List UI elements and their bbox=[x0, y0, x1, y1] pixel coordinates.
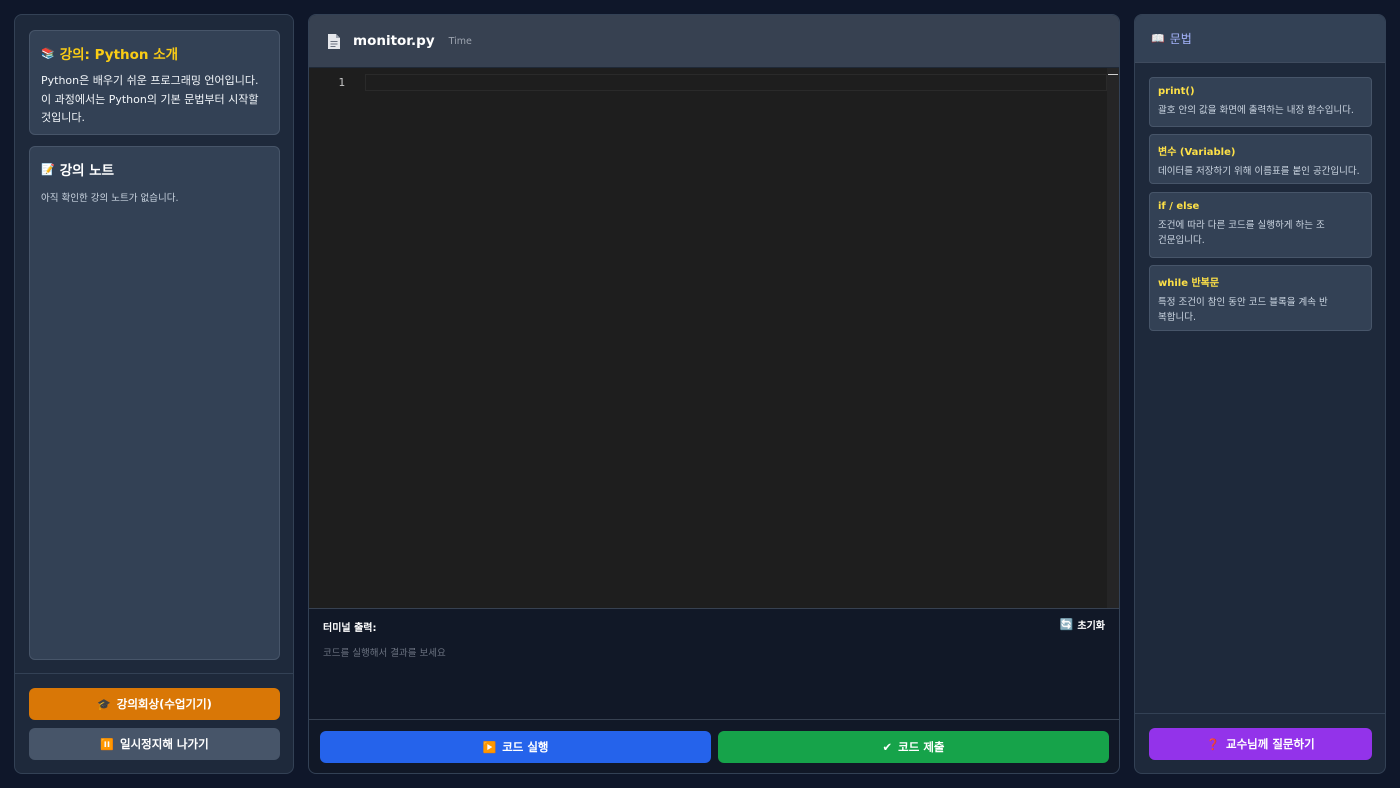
file-icon bbox=[327, 33, 341, 50]
pause-icon: ⏸️ bbox=[100, 737, 115, 751]
submit-code-button[interactable]: ✔ 코드 제출 bbox=[718, 731, 1109, 763]
books-icon: 📚 bbox=[41, 46, 55, 60]
lecture-sidebar: 📚 강의: Python 소개 Python은 배우기 쉬운 프로그래밍 언어입… bbox=[14, 14, 294, 774]
reset-button[interactable]: 🔄 초기화 bbox=[1060, 617, 1105, 632]
grammar-term: if / else bbox=[1158, 201, 1200, 212]
lecture-description: Python은 배우기 쉬운 프로그래밍 언어입니다. 이 과정에서는 Pyth… bbox=[41, 74, 259, 124]
current-line-highlight bbox=[365, 74, 1107, 91]
divider bbox=[1135, 713, 1385, 714]
run-code-button[interactable]: ▶️ 코드 실행 bbox=[320, 731, 711, 763]
checkmark-icon: ✔ bbox=[882, 740, 893, 754]
file-name: monitor.py bbox=[353, 33, 435, 49]
notes-empty-message: 아직 확인한 강의 노트가 없습니다. bbox=[41, 193, 179, 204]
terminal-placeholder: 코드를 실행해서 결과를 보세요 bbox=[323, 648, 446, 659]
memo-icon: 📝 bbox=[41, 162, 55, 176]
grammar-item-while[interactable]: while 반복문 특정 조건이 참인 동안 코드 블록을 계속 반복합니다. bbox=[1149, 265, 1372, 331]
terminal-label: 터미널 출력: bbox=[323, 623, 377, 634]
lecture-review-label: 강의회상(수업기기) bbox=[116, 697, 212, 711]
scroll-position-marker bbox=[1108, 74, 1118, 75]
lecture-card: 📚 강의: Python 소개 Python은 배우기 쉬운 프로그래밍 언어입… bbox=[29, 30, 280, 135]
notes-title-text: 강의 노트 bbox=[59, 163, 115, 179]
file-subtitle: Time bbox=[448, 35, 472, 47]
code-workspace: monitor.py Time 1 터미널 출력: 🔄 초기화 코드를 실행해서… bbox=[308, 14, 1120, 774]
ask-professor-button[interactable]: ❓ 교수님께 질문하기 bbox=[1149, 728, 1372, 760]
grammar-term: while 반복문 bbox=[1158, 278, 1220, 289]
grammar-title: 문법 bbox=[1169, 32, 1192, 46]
editor-scrollbar[interactable] bbox=[1107, 68, 1119, 608]
submit-code-label: 코드 제출 bbox=[898, 740, 945, 754]
grammar-term: 변수 (Variable) bbox=[1158, 147, 1236, 158]
divider bbox=[15, 673, 293, 674]
lecture-notes-card: 📝 강의 노트 아직 확인한 강의 노트가 없습니다. bbox=[29, 146, 280, 660]
lecture-title-text: 강의: Python 소개 bbox=[59, 47, 179, 63]
lecture-review-button[interactable]: 🎓 강의회상(수업기기) bbox=[29, 688, 280, 720]
grammar-term: print() bbox=[1158, 86, 1195, 97]
line-number: 1 bbox=[338, 76, 345, 89]
refresh-icon: 🔄 bbox=[1059, 618, 1074, 631]
editor-header: monitor.py Time bbox=[309, 15, 1119, 68]
terminal-output: 터미널 출력: 🔄 초기화 코드를 실행해서 결과를 보세요 bbox=[309, 608, 1119, 720]
grammar-description: 조건에 따라 다른 코드를 실행하게 하는 조건문입니다. bbox=[1158, 220, 1325, 246]
ask-professor-label: 교수님께 질문하기 bbox=[1226, 737, 1315, 751]
grammar-item-print[interactable]: print() 괄호 안의 값을 화면에 출력하는 내장 함수입니다. bbox=[1149, 77, 1372, 127]
graduation-cap-icon: 🎓 bbox=[97, 697, 111, 711]
code-editor[interactable]: 1 bbox=[309, 68, 1119, 608]
grammar-header: 📖 문법 bbox=[1135, 15, 1385, 63]
grammar-description: 괄호 안의 값을 화면에 출력하는 내장 함수입니다. bbox=[1158, 105, 1354, 116]
pause-exit-label: 일시정지해 나가기 bbox=[120, 737, 209, 751]
play-icon: ▶️ bbox=[482, 740, 497, 754]
pause-exit-button[interactable]: ⏸️ 일시정지해 나가기 bbox=[29, 728, 280, 760]
question-mark-icon: ❓ bbox=[1206, 737, 1221, 751]
notes-title: 📝 강의 노트 bbox=[41, 159, 268, 179]
grammar-item-if-else[interactable]: if / else 조건에 따라 다른 코드를 실행하게 하는 조건문입니다. bbox=[1149, 192, 1372, 258]
grammar-description: 데이터를 저장하기 위해 이름표를 붙인 공간입니다. bbox=[1158, 166, 1360, 177]
line-gutter: 1 bbox=[309, 68, 365, 608]
grammar-item-variable[interactable]: 변수 (Variable) 데이터를 저장하기 위해 이름표를 붙인 공간입니다… bbox=[1149, 134, 1372, 184]
grammar-sidebar: 📖 문법 print() 괄호 안의 값을 화면에 출력하는 내장 함수입니다.… bbox=[1134, 14, 1386, 774]
reset-label: 초기화 bbox=[1077, 621, 1105, 632]
run-code-label: 코드 실행 bbox=[502, 740, 549, 754]
open-book-icon: 📖 bbox=[1151, 32, 1165, 45]
lecture-title: 📚 강의: Python 소개 bbox=[41, 43, 268, 63]
grammar-description: 특정 조건이 참인 동안 코드 블록을 계속 반복합니다. bbox=[1158, 297, 1328, 323]
